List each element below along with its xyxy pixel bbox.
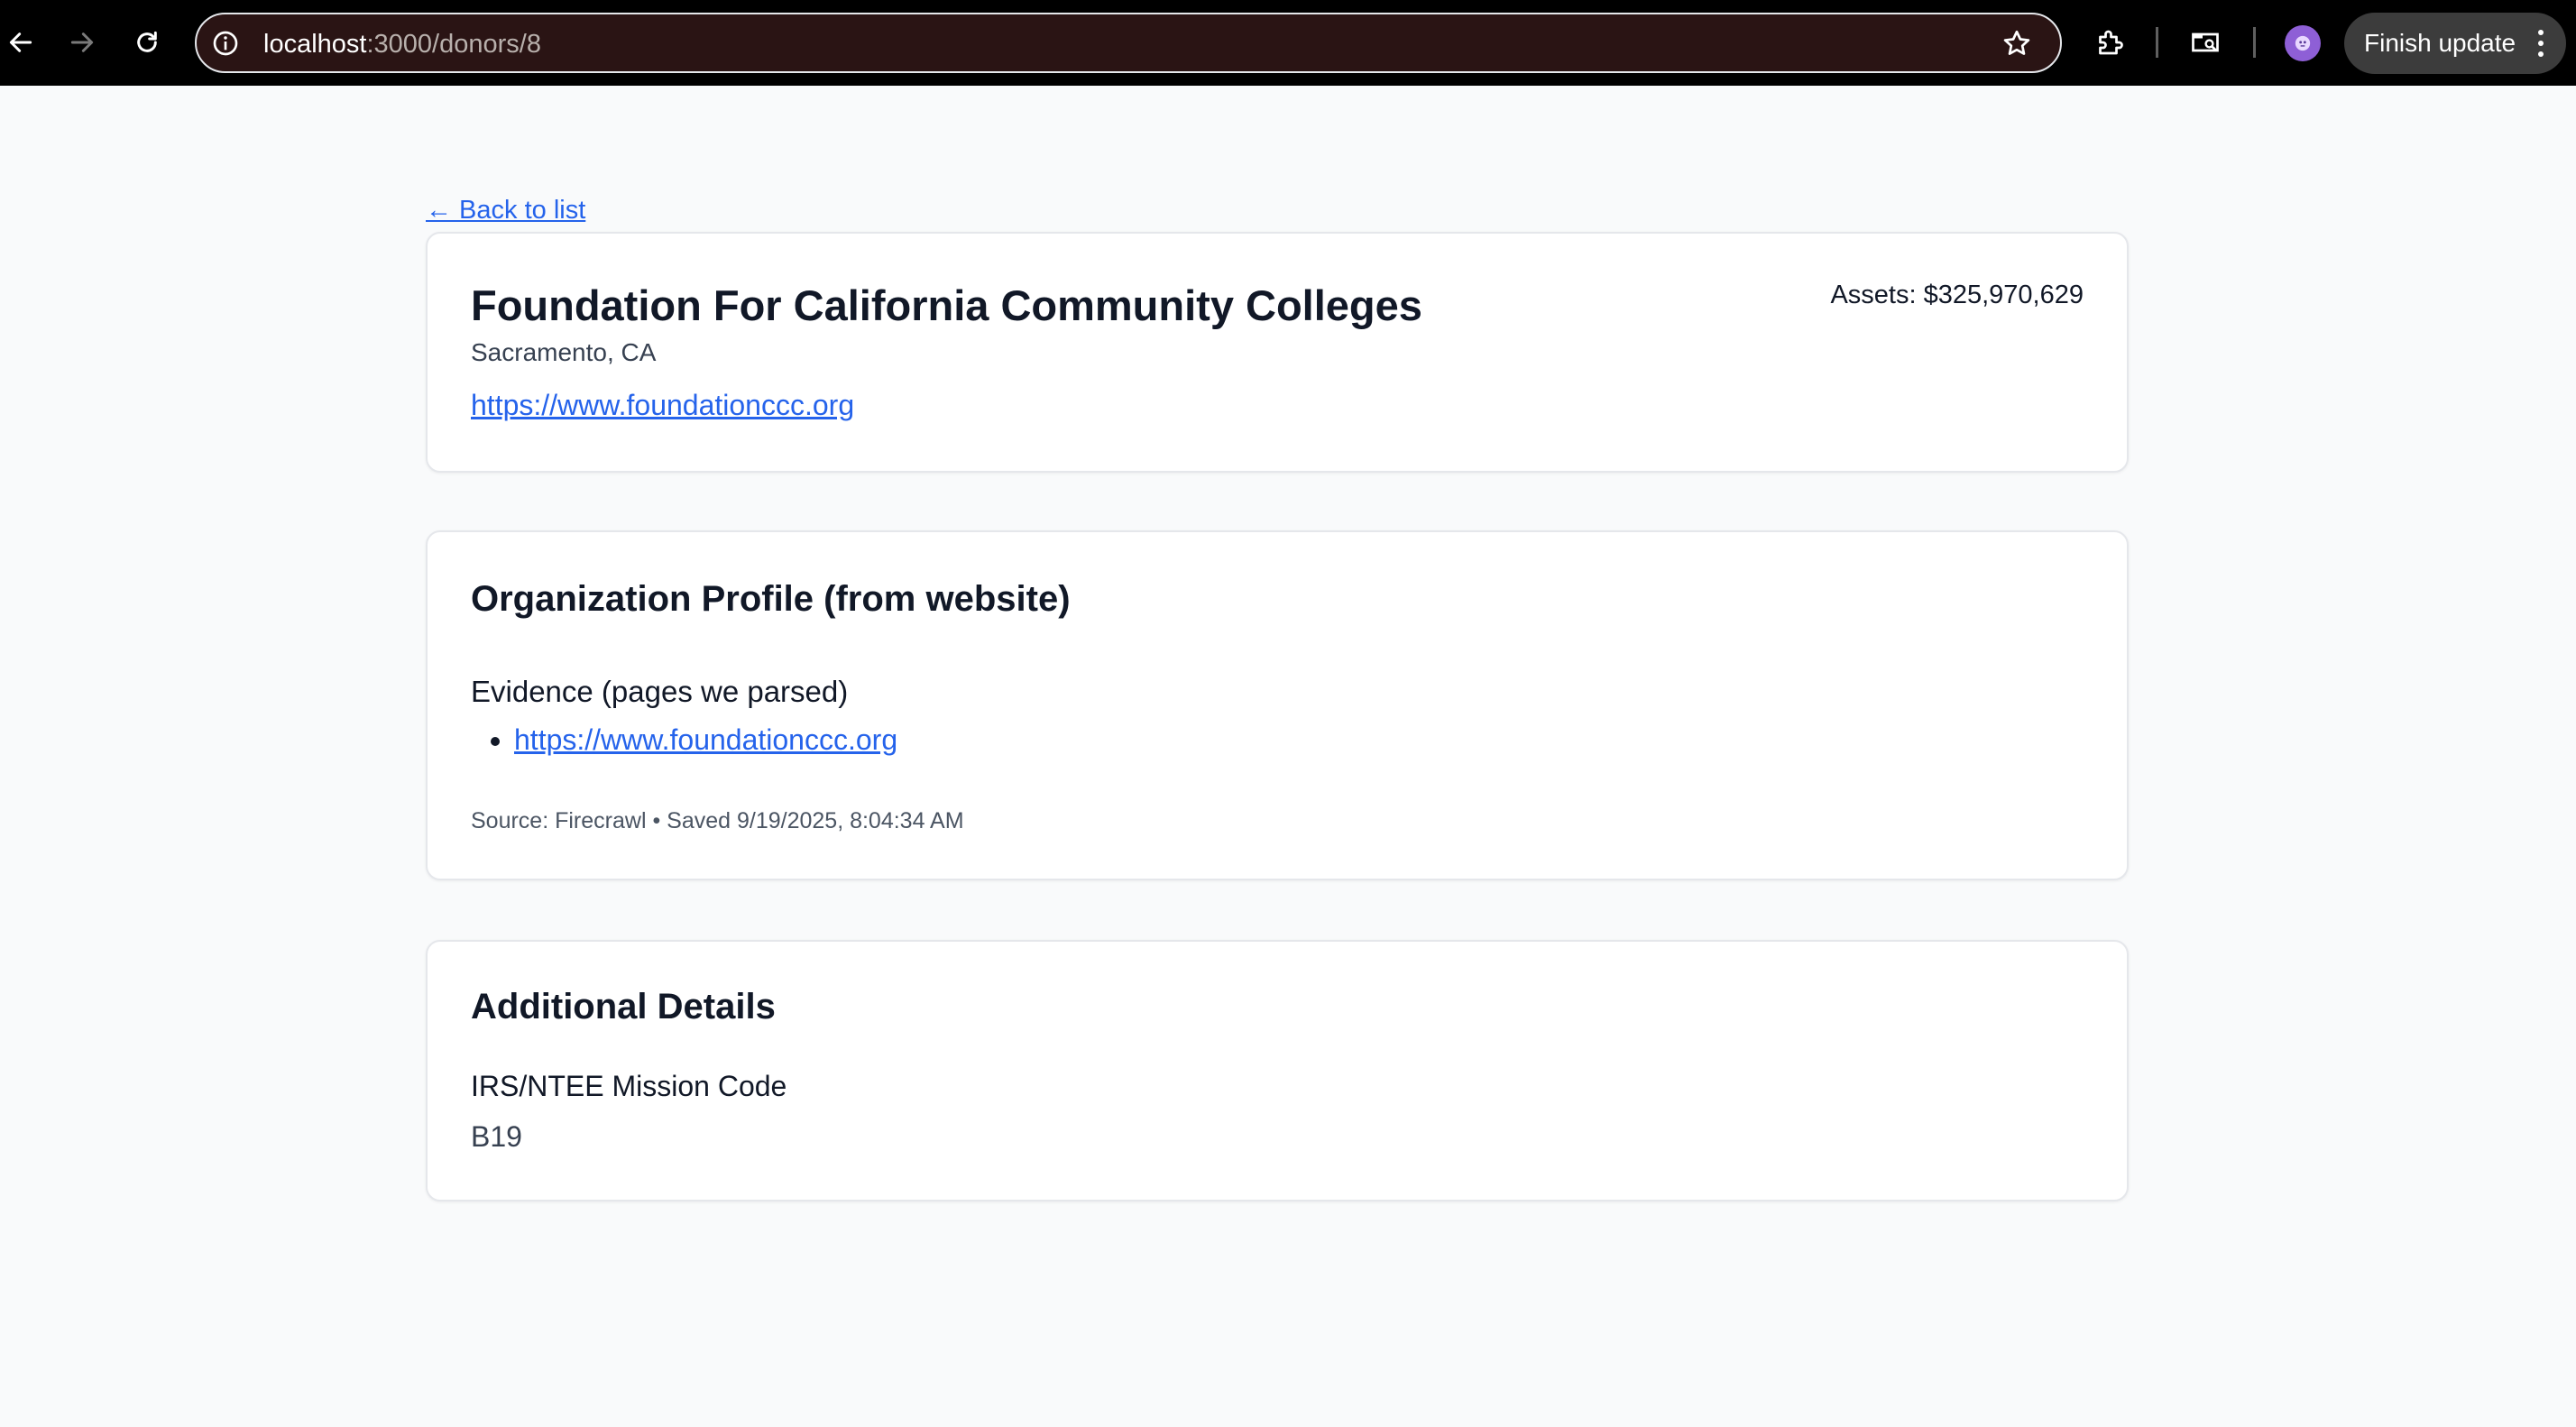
evidence-link[interactable]: https://www.foundationccc.org xyxy=(514,723,897,756)
info-icon[interactable] xyxy=(211,29,240,58)
url-host: localhost xyxy=(263,30,367,59)
finish-update-button[interactable]: Finish update xyxy=(2344,13,2566,74)
tab-search-icon[interactable] xyxy=(2186,23,2224,61)
additional-details-card: Additional Details IRS/NTEE Mission Code… xyxy=(426,940,2129,1201)
browser-toolbar: localhost:3000/donors/8 Finish update xyxy=(0,0,2576,86)
assets-value: Assets: $325,970,629 xyxy=(1830,281,2084,309)
url-path: :3000/donors/8 xyxy=(366,30,541,59)
reload-icon[interactable] xyxy=(126,22,168,63)
bullet-icon xyxy=(491,737,500,746)
section-title-profile: Organization Profile (from website) xyxy=(471,579,1071,619)
org-name: Foundation For California Community Coll… xyxy=(471,281,1422,329)
more-vert-icon[interactable] xyxy=(2537,27,2544,60)
source-saved-line: Source: Firecrawl • Saved 9/19/2025, 8:0… xyxy=(471,808,964,833)
list-item: https://www.foundationccc.org xyxy=(471,723,897,757)
extensions-icon[interactable] xyxy=(2091,23,2129,61)
mission-code-label: IRS/NTEE Mission Code xyxy=(471,1070,787,1102)
address-bar[interactable]: localhost:3000/donors/8 xyxy=(195,13,2062,73)
url-text[interactable]: localhost:3000/donors/8 xyxy=(263,30,541,60)
org-location: Sacramento, CA xyxy=(471,338,657,366)
org-profile-card: Organization Profile (from website) Evid… xyxy=(426,530,2129,880)
evidence-heading: Evidence (pages we parsed) xyxy=(471,675,849,708)
forward-arrow-icon[interactable] xyxy=(61,22,103,63)
section-title-details: Additional Details xyxy=(471,987,776,1027)
toolbar-divider xyxy=(2253,27,2256,58)
org-website-link[interactable]: https://www.foundationccc.org xyxy=(471,389,854,422)
star-icon[interactable] xyxy=(2001,27,2033,60)
back-to-list-link[interactable]: ← Back to list xyxy=(426,196,585,226)
finish-update-label: Finish update xyxy=(2364,29,2516,57)
evidence-list: https://www.foundationccc.org xyxy=(471,723,897,757)
back-arrow-icon[interactable] xyxy=(0,22,41,63)
donor-header-card: Foundation For California Community Coll… xyxy=(426,232,2129,473)
profile-avatar[interactable] xyxy=(2285,25,2321,61)
mission-code-value: B19 xyxy=(471,1120,522,1153)
toolbar-divider xyxy=(2156,27,2158,58)
